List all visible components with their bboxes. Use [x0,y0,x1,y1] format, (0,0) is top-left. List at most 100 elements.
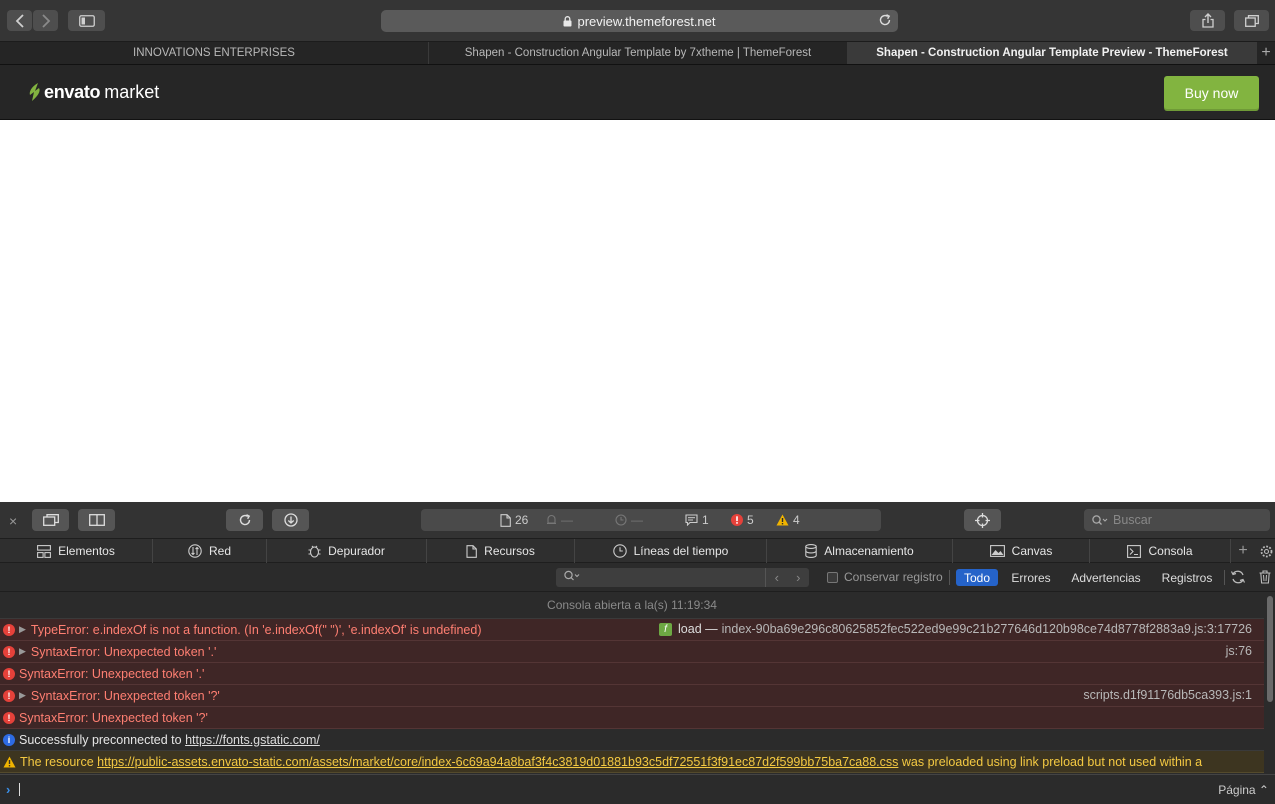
element-picker-button[interactable] [964,509,1001,531]
activity-viewer: 26 — — 1 5 4 [421,509,881,531]
tab-timelines[interactable]: Líneas del tiempo [575,539,767,563]
divider [949,570,950,585]
errors-count[interactable]: 5 [731,513,754,527]
error-icon: ! [3,667,15,680]
tab-innovations[interactable]: INNOVATIONS ENTERPRISES [0,42,429,64]
tab-shapen-themeforest[interactable]: Shapen - Construction Angular Template b… [429,42,848,64]
divider [1224,570,1225,585]
forward-button[interactable] [33,10,58,31]
scrollbar-thumb[interactable] [1267,596,1273,702]
canvas-icon [989,545,1005,557]
close-inspector-icon[interactable]: × [9,513,17,529]
web-content-area [0,120,1275,502]
message-text: SyntaxError: Unexpected token '.' [19,666,205,681]
document-icon [500,513,511,527]
refresh-icon [1230,570,1246,584]
tab-debugger[interactable]: Depurador [267,539,427,563]
dock-button[interactable] [32,509,69,531]
sidebar-icon [78,14,95,27]
preserve-log-toggle[interactable]: Conservar registro [827,570,943,584]
network-icon [188,544,202,558]
console-message[interactable]: ! ▶ TypeError: e.indexOf is not a functi… [0,619,1264,641]
message-text-after: was preloaded using link preload but not… [901,754,1203,769]
error-icon: ! [3,711,15,724]
reload-icon[interactable] [878,13,892,27]
url-text: preview.themeforest.net [577,13,716,29]
resources-value: 26 [515,513,529,527]
buy-now-button[interactable]: Buy now [1164,76,1259,109]
tab-overview-button[interactable] [1234,10,1269,31]
tab-elements[interactable]: Elementos [0,539,153,563]
storage-icon [805,544,818,558]
console-messages: Consola abierta a la(s) 11:19:34 ! ▶ Typ… [0,592,1264,774]
logs-count[interactable]: 1 [685,513,709,527]
share-icon [1201,13,1214,28]
execution-context-selector[interactable]: Página ⌃ [1218,783,1269,797]
dock-side-button[interactable] [78,509,115,531]
download-archive-button[interactable] [272,509,309,531]
error-icon: ! [3,623,15,636]
settings-button[interactable] [1257,539,1275,563]
evaluate-refresh-button[interactable] [1230,570,1246,587]
envato-market-logo[interactable]: envato market [28,81,159,103]
error-icon [731,514,743,526]
inspector-search[interactable]: Buscar [1084,509,1270,531]
preserve-log-checkbox[interactable] [827,571,838,583]
back-button[interactable] [7,10,32,31]
tab-label: Red [208,544,231,558]
level-warnings-button[interactable]: Advertencias [1064,569,1148,586]
console-filter-input[interactable]: ‹ › [556,568,809,587]
warnings-count[interactable]: 4 [776,513,800,527]
tab-label: Depurador [328,544,385,558]
reload-page-button[interactable] [226,509,263,531]
tab-storage[interactable]: Almacenamiento [767,539,953,563]
console-message[interactable]: ! SyntaxError: Unexpected token '?' [0,707,1264,729]
source-location: index-90ba69e296c80625852fec522ed9e99c21… [721,622,1252,636]
disclosure-triangle-icon[interactable]: ▶ [19,646,26,657]
tab-canvas[interactable]: Canvas [953,539,1090,563]
disclosure-triangle-icon[interactable]: ▶ [19,690,26,701]
message-text: SyntaxError: Unexpected token '?' [30,688,220,703]
next-match-icon[interactable]: › [788,568,810,587]
address-bar[interactable]: preview.themeforest.net [381,10,898,32]
console-filter-bar: ‹ › Conservar registro Todo Errores Adve… [0,563,1275,592]
time-value: — [631,513,643,527]
message-text: TypeError: e.indexOf is not a function. … [30,622,482,637]
message-text: SyntaxError: Unexpected token '?' [19,710,208,725]
message-link[interactable]: https://fonts.gstatic.com/ [185,733,320,747]
level-logs-button[interactable]: Registros [1155,569,1219,586]
plus-icon: + [1238,542,1248,559]
sidebar-toggle-button[interactable] [68,10,105,31]
message-source[interactable]: scripts.d1f91176db5ca393.js:1 [1083,688,1252,702]
console-message[interactable]: ! SyntaxError: Unexpected token '.' [0,663,1264,685]
message-link[interactable]: https://public-assets.envato-static.com/… [97,755,898,769]
previous-match-icon[interactable]: ‹ [766,568,788,587]
timelines-icon [612,544,627,558]
share-button[interactable] [1190,10,1225,31]
tab-label: Consola [1148,544,1193,558]
disclosure-triangle-icon[interactable]: ▶ [19,624,26,635]
function-icon: f [659,622,673,636]
tab-resources[interactable]: Recursos [427,539,575,563]
console-prompt[interactable]: › Página ⌃ [0,774,1275,804]
add-tab-button[interactable]: + [1232,539,1254,563]
clear-console-button[interactable] [1259,570,1271,587]
resources-count[interactable]: 26 [500,513,528,527]
message-source[interactable]: js:76 [1226,644,1252,658]
console-scrollbar[interactable] [1265,592,1275,774]
filter-search-icon [564,570,580,581]
level-errors-button[interactable]: Errores [1005,569,1057,586]
text-caret [19,783,20,796]
tab-shapen-preview[interactable]: Shapen - Construction Angular Template P… [848,42,1257,64]
console-message[interactable]: ! ▶ SyntaxError: Unexpected token '.' js… [0,641,1264,663]
tab-console[interactable]: Consola [1090,539,1231,563]
undock-icon [42,514,59,526]
new-tab-button[interactable]: + [1257,42,1275,64]
console-message[interactable]: The resource https://public-assets.envat… [0,751,1264,773]
reload-icon [239,514,250,526]
tab-network[interactable]: Red [153,539,267,563]
console-message[interactable]: ! ▶ SyntaxError: Unexpected token '?' sc… [0,685,1264,707]
message-source[interactable]: f load — index-90ba69e296c80625852fec522… [659,622,1252,636]
level-all-button[interactable]: Todo [956,569,998,586]
console-message[interactable]: i Successfully preconnected to https://f… [0,729,1264,751]
